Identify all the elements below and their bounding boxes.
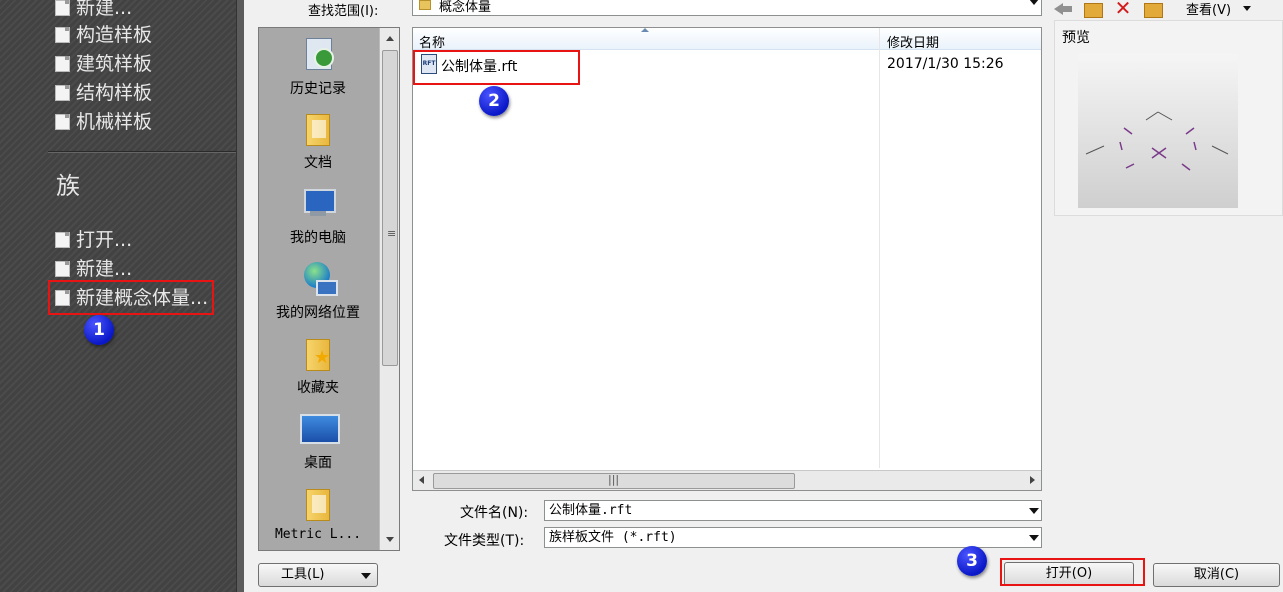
scroll-right-icon[interactable] xyxy=(1030,476,1035,484)
chevron-down-icon xyxy=(361,573,371,579)
place-history[interactable]: 历史记录 xyxy=(259,36,377,98)
look-in-dropdown[interactable]: 概念体量 xyxy=(412,0,1042,16)
step-badge-3: 3 xyxy=(957,546,987,576)
scroll-thumb[interactable]: ||| xyxy=(433,473,795,489)
folder-icon xyxy=(300,485,336,521)
new-folder-icon[interactable] xyxy=(1142,0,1164,19)
document-icon xyxy=(54,0,70,16)
step-badge-1: 1 xyxy=(84,315,114,345)
horizontal-scrollbar[interactable]: ||| xyxy=(413,470,1041,490)
place-my-computer[interactable]: 我的电脑 xyxy=(259,185,377,247)
views-menu[interactable]: 查看(V) xyxy=(1186,0,1231,18)
chevron-down-icon[interactable] xyxy=(1243,5,1252,11)
place-label: Metric L... xyxy=(274,527,362,542)
new-family-label: 新建... xyxy=(76,258,133,280)
new-project-label: 新建... xyxy=(76,0,133,19)
architectural-template-link[interactable]: 建筑样板 xyxy=(54,49,152,76)
family-section-title: 族 xyxy=(56,172,80,200)
highlight-box-step3 xyxy=(1000,558,1145,586)
scroll-thumb[interactable]: ≡ xyxy=(382,50,398,366)
filename-label: 文件名(N): xyxy=(460,505,529,521)
column-divider xyxy=(879,28,880,468)
open-family-link[interactable]: 打开... xyxy=(54,225,132,252)
preview-image xyxy=(1078,54,1238,208)
chevron-down-icon[interactable] xyxy=(1029,508,1039,514)
place-label: 历史记录 xyxy=(290,81,346,97)
document-icon xyxy=(54,113,70,130)
mechanical-template-label: 机械样板 xyxy=(76,111,153,133)
my-computer-icon xyxy=(300,185,336,221)
open-folder-icon xyxy=(54,231,70,248)
places-scrollbar[interactable]: ≡ xyxy=(379,28,399,550)
delete-icon[interactable]: ✕ xyxy=(1112,0,1134,19)
history-icon xyxy=(300,36,336,72)
grip-icon: ||| xyxy=(608,473,620,486)
document-icon xyxy=(54,55,70,72)
scroll-left-icon[interactable] xyxy=(419,476,424,484)
folder-icon xyxy=(419,0,431,10)
filename-field[interactable]: 公制体量.rft xyxy=(544,500,1042,521)
cancel-button[interactable]: 取消(C) xyxy=(1153,563,1280,587)
mass-preview-drawing xyxy=(1085,111,1229,171)
look-in-value: 概念体量 xyxy=(439,0,492,15)
place-label: 我的网络位置 xyxy=(276,305,360,321)
place-desktop[interactable]: 桌面 xyxy=(259,410,377,472)
desktop-icon xyxy=(300,410,340,446)
chevron-down-icon xyxy=(1029,0,1039,5)
open-family-label: 打开... xyxy=(76,229,133,251)
grip-icon: ≡ xyxy=(387,227,397,240)
highlight-box-step2 xyxy=(413,50,580,85)
mechanical-template-link[interactable]: 机械样板 xyxy=(54,107,152,134)
look-in-label: 查找范围(I): xyxy=(308,4,379,19)
highlight-box-step1 xyxy=(48,280,214,315)
filetype-dropdown[interactable]: 族样板文件 (*.rft) xyxy=(544,527,1042,548)
sort-ascending-icon xyxy=(641,28,649,32)
place-label: 我的电脑 xyxy=(290,230,346,246)
structural-template-link[interactable]: 结构样板 xyxy=(54,78,152,105)
section-divider xyxy=(48,151,236,153)
place-label: 文档 xyxy=(304,155,332,171)
scroll-up-icon[interactable] xyxy=(386,36,394,41)
structural-template-label: 结构样板 xyxy=(76,82,153,104)
dialog-toolbar: ✕ 查看(V) xyxy=(1052,0,1252,20)
place-label: 桌面 xyxy=(304,455,332,471)
filetype-value: 族样板文件 (*.rft) xyxy=(549,530,677,545)
chevron-down-icon[interactable] xyxy=(1029,535,1039,541)
document-icon xyxy=(54,260,70,277)
place-network[interactable]: 我的网络位置 xyxy=(259,260,377,322)
filetype-label: 文件类型(T): xyxy=(444,533,525,549)
place-metric-library[interactable]: Metric L... xyxy=(259,485,377,542)
preview-label: 预览 xyxy=(1062,30,1090,46)
architectural-template-label: 建筑样板 xyxy=(76,53,153,75)
construction-template-link[interactable]: 构造样板 xyxy=(54,20,152,47)
open-file-dialog: 查找范围(I): 概念体量 ✕ 查看(V) 历史记录 文档 我的电脑 我的网络位… xyxy=(244,0,1283,592)
filename-value: 公制体量.rft xyxy=(549,503,633,518)
place-favorites[interactable]: 收藏夹 xyxy=(259,335,377,397)
place-documents[interactable]: 文档 xyxy=(259,110,377,172)
up-folder-icon[interactable] xyxy=(1082,0,1104,19)
left-panel-scrollbar[interactable] xyxy=(236,0,244,592)
network-places-icon xyxy=(300,260,338,296)
tools-button[interactable]: 工具(L) xyxy=(258,563,378,587)
new-family-link[interactable]: 新建... xyxy=(54,254,132,281)
document-icon xyxy=(54,26,70,43)
new-project-link[interactable]: 新建... xyxy=(54,0,132,20)
column-header-row: 名称 修改日期 xyxy=(413,28,1041,51)
step-badge-2: 2 xyxy=(479,86,509,116)
tools-label: 工具(L) xyxy=(281,567,325,582)
places-bar: 历史记录 文档 我的电脑 我的网络位置 收藏夹 桌面 Metric L... xyxy=(258,27,400,551)
file-date-cell: 2017/1/30 15:26 xyxy=(887,56,1004,72)
place-label: 收藏夹 xyxy=(297,380,339,396)
scroll-down-icon[interactable] xyxy=(386,537,394,542)
document-icon xyxy=(54,84,70,101)
construction-template-label: 构造样板 xyxy=(76,24,153,46)
favorites-folder-icon xyxy=(300,335,336,371)
back-arrow-icon[interactable] xyxy=(1052,0,1074,19)
column-header-date[interactable]: 修改日期 xyxy=(887,32,939,51)
column-header-name[interactable]: 名称 xyxy=(419,32,445,51)
documents-folder-icon xyxy=(300,110,336,146)
